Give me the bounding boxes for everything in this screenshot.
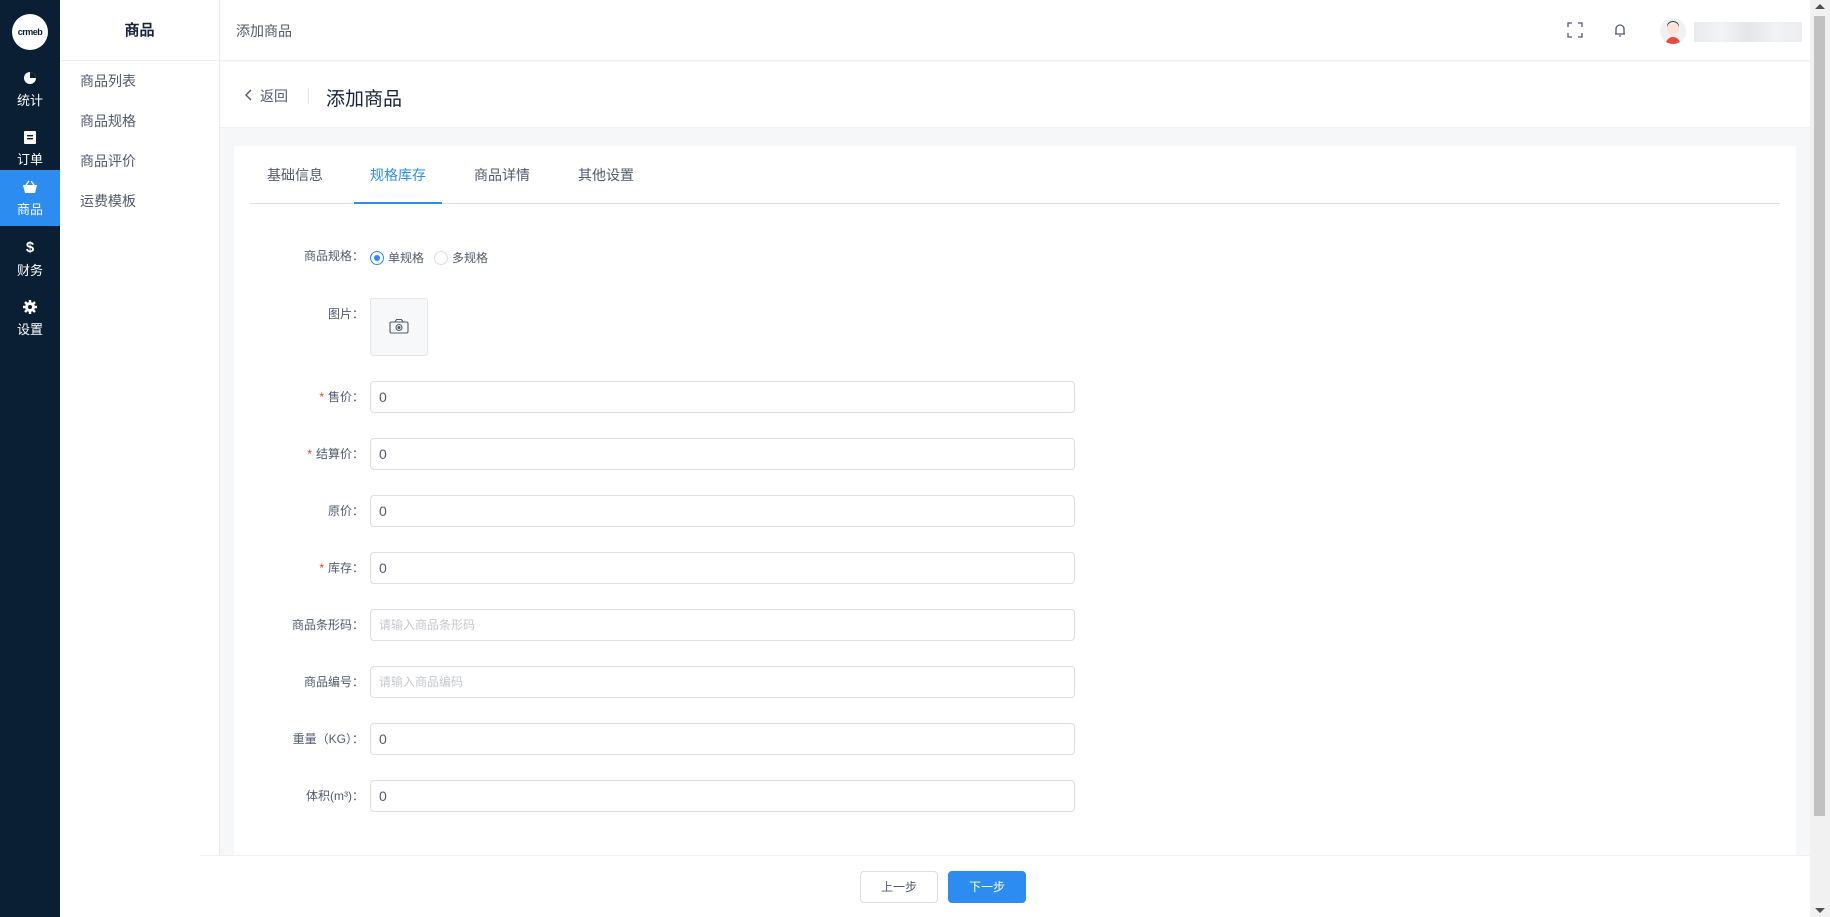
form-row-weight: 重量（KG）： 0 xyxy=(234,723,1334,755)
main-rail: crmeb 统计 订单 商品 $ 财务 设置 xyxy=(0,0,60,917)
pie-chart-icon xyxy=(22,70,38,86)
image-label: 图片： xyxy=(327,307,364,321)
gear-icon xyxy=(22,299,38,315)
settle-price-input[interactable]: 0 xyxy=(370,438,1075,470)
back-label: 返回 xyxy=(260,88,288,104)
prev-step-button[interactable]: 上一步 xyxy=(860,871,938,903)
rail-item-finance[interactable]: $ 财务 xyxy=(0,228,60,290)
radio-multi-spec[interactable]: 多规格 xyxy=(434,249,488,266)
volume-input[interactable]: 0 xyxy=(370,780,1075,812)
radio-label: 单规格 xyxy=(388,251,425,265)
spec-label: 商品规格： xyxy=(303,249,364,263)
breadcrumb: 添加商品 xyxy=(236,23,292,39)
submenu: 商品 商品列表 商品规格 商品评价 运费模板 xyxy=(60,0,220,917)
radio-single-spec[interactable]: 单规格 xyxy=(370,249,424,266)
top-header: 添加商品 xyxy=(220,0,1810,61)
submenu-item-product-review[interactable]: 商品评价 xyxy=(60,141,219,181)
product-code-input[interactable]: 请输入商品编码 xyxy=(370,666,1075,698)
radio-dot-checked xyxy=(370,250,384,265)
field-label: 原价： xyxy=(327,504,364,518)
field-label: 体积(m³)： xyxy=(306,789,364,803)
form-row-original-price: 原价： 0 xyxy=(234,495,1334,527)
brand-logo[interactable]: crmeb xyxy=(12,14,48,50)
username-blurred[interactable] xyxy=(1694,22,1802,42)
field-label: * 库存： xyxy=(319,561,364,575)
rail-item-label: 财务 xyxy=(16,262,43,278)
next-step-button[interactable]: 下一步 xyxy=(948,871,1026,903)
form-row-image: 图片： xyxy=(234,298,1334,356)
scrollbar[interactable] xyxy=(1810,0,1830,917)
form-row-product-code: 商品编号： 请输入商品编码 xyxy=(234,666,1334,698)
rail-item-stats[interactable]: 统计 xyxy=(0,58,60,120)
submenu-item-shipping-template[interactable]: 运费模板 xyxy=(60,181,219,221)
form-row-price: * 售价： 0 xyxy=(234,381,1334,413)
rail-item-label: 统计 xyxy=(16,92,43,108)
footer-bar: 上一步 下一步 xyxy=(200,855,1810,917)
fullscreen-icon[interactable] xyxy=(1565,20,1585,40)
dollar-icon: $ xyxy=(25,239,35,256)
form-row-settle-price: * 结算价： 0 xyxy=(234,438,1334,470)
submenu-title: 商品 xyxy=(60,0,219,61)
weight-input[interactable]: 0 xyxy=(370,723,1075,755)
form-row-volume: 体积(m³)： 0 xyxy=(234,780,1334,812)
field-label: * 售价： xyxy=(319,390,364,404)
form-row-barcode: 商品条形码： 请输入商品条形码 xyxy=(234,609,1334,641)
required-mark: * xyxy=(319,561,324,575)
field-label: 重量（KG）： xyxy=(292,732,364,746)
basket-icon xyxy=(22,179,38,195)
original-price-input[interactable]: 0 xyxy=(370,495,1075,527)
tab-product-detail[interactable]: 商品详情 xyxy=(458,146,546,204)
tab-other-settings[interactable]: 其他设置 xyxy=(562,146,650,204)
tab-basic-info[interactable]: 基础信息 xyxy=(250,146,340,204)
form-row-spec: 商品规格： 单规格 多规格 xyxy=(234,240,1334,272)
submenu-item-product-spec[interactable]: 商品规格 xyxy=(60,101,219,141)
tab-spec-stock[interactable]: 规格库存 xyxy=(354,146,442,204)
image-upload[interactable] xyxy=(370,298,428,356)
rail-item-settings[interactable]: 设置 xyxy=(0,287,60,349)
radio-dot xyxy=(434,250,448,265)
scrollbar-thumb[interactable] xyxy=(1814,16,1825,816)
page-title: 添加商品 xyxy=(326,89,403,110)
back-button[interactable]: 返回 xyxy=(244,86,288,106)
chevron-left-icon xyxy=(244,88,254,104)
form-card: 基础信息 规格库存 商品详情 其他设置 商品规格： 单规格 多规格 图片： * 售… xyxy=(234,146,1796,856)
required-mark: * xyxy=(319,390,324,404)
clipboard-icon xyxy=(22,129,38,145)
required-mark: * xyxy=(307,447,312,461)
radio-label: 多规格 xyxy=(452,251,489,265)
scroll-down-icon[interactable] xyxy=(1815,908,1825,913)
brand-logo-text: crmeb xyxy=(17,27,43,37)
rail-item-label: 设置 xyxy=(16,321,43,337)
bell-icon[interactable] xyxy=(1610,20,1630,40)
rail-item-label: 商品 xyxy=(16,201,43,217)
form-row-stock: * 库存： 0 xyxy=(234,552,1334,584)
barcode-input[interactable]: 请输入商品条形码 xyxy=(370,609,1075,641)
price-input[interactable]: 0 xyxy=(370,381,1075,413)
avatar[interactable] xyxy=(1660,18,1686,44)
rail-item-products[interactable]: 商品 xyxy=(0,170,60,226)
page-header: 返回 添加商品 xyxy=(220,62,1810,128)
submenu-item-product-list[interactable]: 商品列表 xyxy=(60,61,219,101)
scroll-up-icon[interactable] xyxy=(1815,4,1825,9)
camera-icon xyxy=(389,318,409,337)
stock-input[interactable]: 0 xyxy=(370,552,1075,584)
field-label: 商品编号： xyxy=(303,675,364,689)
tab-bar: 基础信息 规格库存 商品详情 其他设置 xyxy=(250,146,1780,204)
field-label: * 结算价： xyxy=(307,447,364,461)
rail-item-label: 订单 xyxy=(16,151,43,167)
field-label: 商品条形码： xyxy=(291,618,364,632)
divider xyxy=(308,88,309,104)
